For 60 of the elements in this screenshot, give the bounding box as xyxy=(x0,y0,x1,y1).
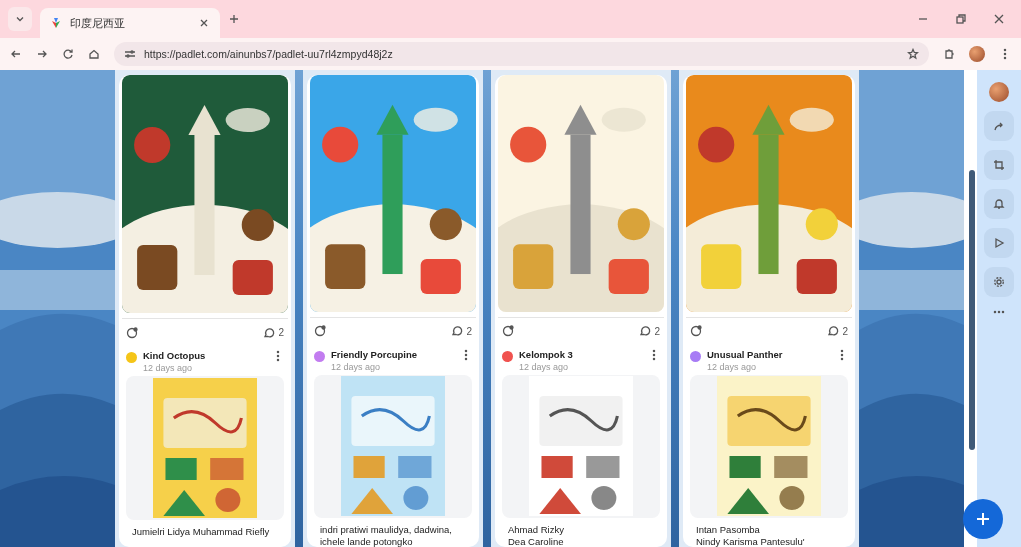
play-icon xyxy=(993,237,1005,249)
comment-icon[interactable] xyxy=(263,326,276,339)
profile-avatar[interactable] xyxy=(969,46,985,62)
browser-tab[interactable]: 印度尼西亚 xyxy=(40,8,220,38)
settings-icon xyxy=(993,276,1005,288)
plus-icon xyxy=(975,511,991,527)
close-icon[interactable] xyxy=(993,13,1005,25)
attachment-preview[interactable] xyxy=(314,374,472,518)
close-icon[interactable] xyxy=(198,17,210,29)
share-icon xyxy=(993,120,1005,132)
comment-count: 2 xyxy=(466,325,472,337)
play-button[interactable] xyxy=(984,228,1014,258)
comment-count: 2 xyxy=(842,325,848,337)
settings-button[interactable] xyxy=(984,267,1014,297)
bell-icon xyxy=(993,198,1005,210)
post-time: 12 days ago xyxy=(707,361,758,372)
post-card[interactable]: 2 Kelompok 3 12 days ago Ahmad Rizky Dea Caroline xyxy=(495,75,667,547)
attachment-caption: Nindy Karisma Pantesulu' xyxy=(696,536,806,547)
reaction-icon[interactable] xyxy=(314,325,326,338)
attachment-caption: ichele lande potongko xyxy=(320,536,414,547)
comment-icon[interactable] xyxy=(827,325,840,338)
attachment-caption: Jumielri Lidya Muhammad Riefly xyxy=(132,526,271,537)
post-card[interactable]: 2 Unusual Panther 12 days ago Intan Pasomba Nindy Karisma Pantesulu' xyxy=(683,75,855,547)
attachment-preview[interactable] xyxy=(126,376,284,520)
restore-icon[interactable] xyxy=(955,13,967,25)
reload-icon[interactable] xyxy=(62,48,74,60)
crop-icon xyxy=(993,159,1005,171)
author-name: Kelompok 3 xyxy=(519,348,574,360)
site-settings-icon[interactable] xyxy=(124,48,136,60)
post-time: 12 days ago xyxy=(519,361,570,372)
attachment-caption: Intan Pasomba xyxy=(696,524,761,535)
back-icon[interactable] xyxy=(10,48,22,60)
scrollbar[interactable] xyxy=(969,170,975,450)
attachment-preview[interactable] xyxy=(690,374,848,518)
post-card[interactable]: 2 Friendly Porcupine 12 days ago indri pratiwi maulidya, dadwina, ichele lande potongko xyxy=(307,75,479,547)
crop-button[interactable] xyxy=(984,150,1014,180)
forward-icon[interactable] xyxy=(36,48,48,60)
post-time: 12 days ago xyxy=(143,363,194,373)
comment-count: 2 xyxy=(278,327,284,338)
comment-icon[interactable] xyxy=(451,325,464,338)
author-name: Kind Octopus xyxy=(143,350,207,361)
home-icon[interactable] xyxy=(88,48,100,60)
star-icon[interactable] xyxy=(907,48,919,60)
attachment-preview[interactable] xyxy=(502,374,660,518)
author-name: Friendly Porcupine xyxy=(331,348,419,360)
attachment-caption: indri pratiwi maulidya, dadwina, xyxy=(320,524,453,535)
attachment-caption: Dea Caroline xyxy=(508,536,565,547)
attachment-caption: Ahmad Rizky xyxy=(508,524,565,535)
author-name: Unusual Panther xyxy=(707,348,784,360)
reaction-icon[interactable] xyxy=(690,325,702,338)
profile-avatar[interactable] xyxy=(989,82,1009,102)
notifications-button[interactable] xyxy=(984,189,1014,219)
reaction-icon[interactable] xyxy=(126,326,138,339)
comment-count: 2 xyxy=(654,325,660,337)
post-time: 12 days ago xyxy=(331,361,382,372)
post-card[interactable]: 2 Kind Octopus 12 days ago Jumielri Lidya Muhammad Riefly xyxy=(119,75,291,547)
new-tab-icon[interactable] xyxy=(228,13,240,25)
comment-icon[interactable] xyxy=(639,325,652,338)
reaction-icon[interactable] xyxy=(502,325,514,338)
address-bar[interactable]: https://padlet.com/ainunbs7/padlet-uu7rl4zmpyd48j2z xyxy=(114,42,929,66)
